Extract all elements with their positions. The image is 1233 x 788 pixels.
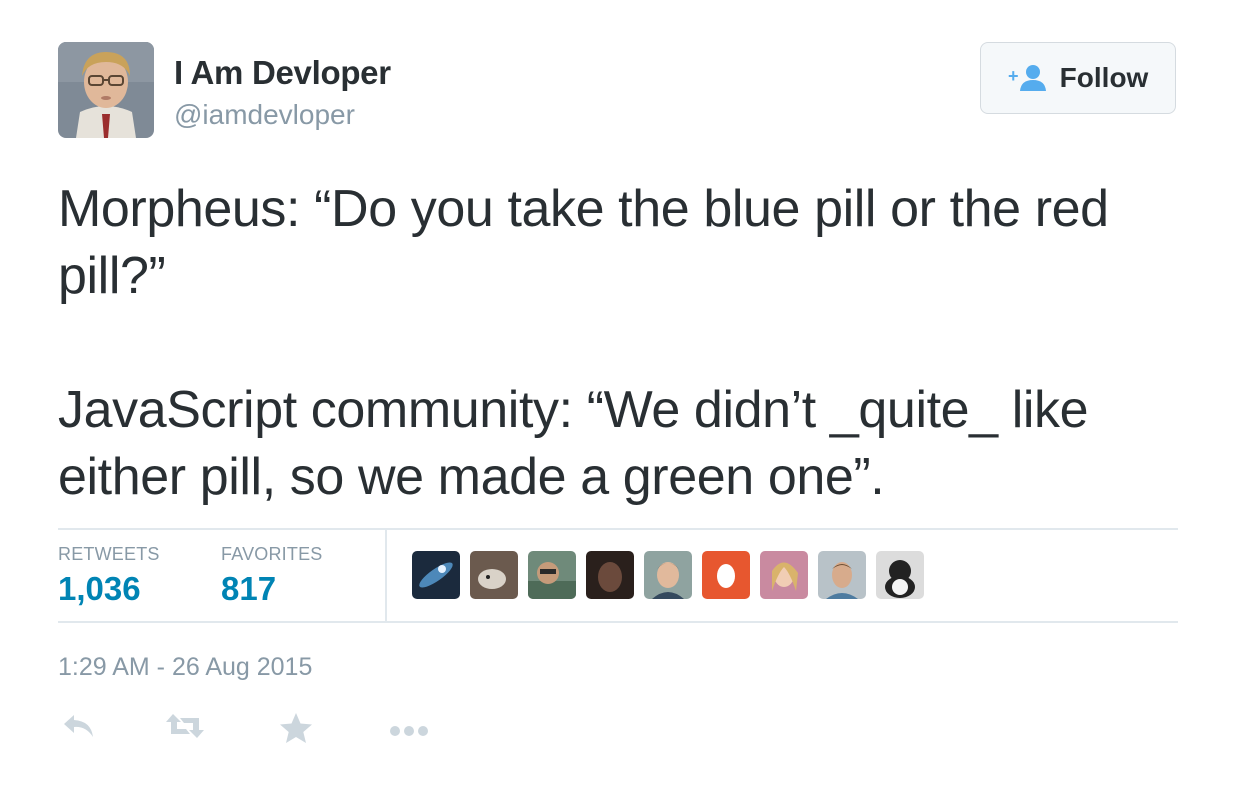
star-icon (279, 713, 313, 748)
follow-button[interactable]: + Follow (980, 42, 1176, 114)
user-avatar[interactable] (58, 42, 154, 138)
follow-label: Follow (1059, 62, 1149, 93)
favoriter-avatars (412, 551, 924, 599)
user-handle[interactable]: @iamdevloper (174, 99, 355, 131)
user-name[interactable]: I Am Devloper (174, 54, 391, 92)
stats-top-divider (58, 528, 1178, 530)
tweet-timestamp[interactable]: 1:29 AM - 26 Aug 2015 (58, 653, 312, 682)
favoriter-avatar[interactable] (760, 551, 808, 599)
person-plus-icon: + (1008, 64, 1048, 92)
retweet-icon (164, 714, 206, 744)
retweets-label[interactable]: RETWEETS (58, 544, 160, 565)
favoriter-avatar[interactable] (586, 551, 634, 599)
favoriter-avatar[interactable] (876, 551, 924, 599)
favoriter-avatar[interactable] (470, 551, 518, 599)
favoriter-avatar[interactable] (818, 551, 866, 599)
favorites-label[interactable]: FAVORITES (221, 544, 323, 565)
favorite-button[interactable] (279, 712, 313, 749)
retweets-count[interactable]: 1,036 (58, 570, 141, 608)
favoriter-avatar[interactable] (644, 551, 692, 599)
stats-bottom-divider (58, 621, 1178, 623)
svg-text:+: + (1008, 66, 1019, 86)
favoriter-avatar[interactable] (702, 551, 750, 599)
favorites-count[interactable]: 817 (221, 570, 276, 608)
stats-vertical-divider (385, 530, 387, 622)
reply-button[interactable] (62, 712, 96, 745)
tweet-text: Morpheus: “Do you take the blue pill or … (58, 180, 1109, 506)
favoriter-avatar[interactable] (412, 551, 460, 599)
more-button[interactable] (388, 712, 430, 745)
more-dots-icon (388, 726, 430, 744)
favoriter-avatar[interactable] (528, 551, 576, 599)
retweet-button[interactable] (164, 712, 206, 745)
reply-icon (62, 715, 96, 744)
